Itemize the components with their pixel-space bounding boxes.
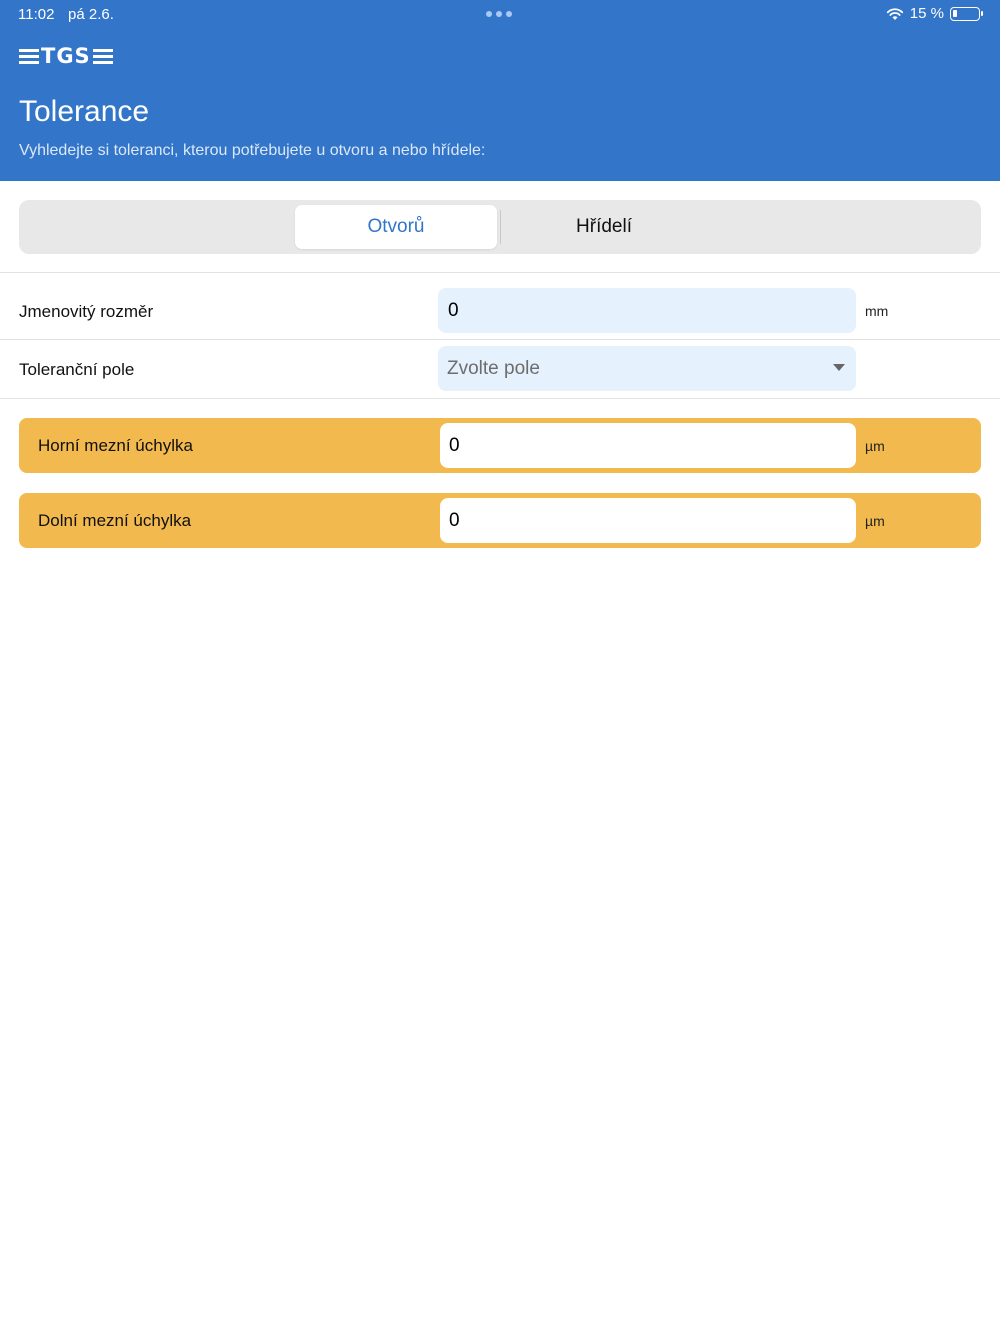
lower-deviation-label: Dolní mezní úchylka: [38, 511, 192, 530]
wifi-icon: [886, 7, 903, 20]
tgs-logo: TGS: [19, 44, 127, 68]
status-time: 11:02: [18, 6, 55, 23]
upper-deviation-input[interactable]: [440, 423, 856, 468]
status-bar: 11:02 pá 2.6. 15 %: [0, 0, 1000, 28]
upper-deviation-row: Horní mezní úchylka µm: [19, 418, 981, 473]
type-segmented-control: Otvorů Hřídelí: [19, 200, 981, 254]
tolerance-field-placeholder: Zvolte pole: [447, 357, 540, 379]
nominal-size-label: Jmenovitý rozměr: [19, 302, 154, 321]
multitasking-dots-icon[interactable]: [486, 11, 512, 17]
upper-deviation-label: Horní mezní úchylka: [38, 436, 193, 455]
battery-icon: [950, 6, 983, 21]
logo-bars-left: [19, 48, 39, 64]
battery-percent: 15 %: [909, 5, 944, 22]
segment-divider: [500, 210, 501, 244]
divider: [0, 339, 1000, 340]
nominal-size-unit: mm: [865, 303, 889, 319]
chevron-down-icon: [833, 364, 845, 371]
page-title: Tolerance: [19, 95, 150, 128]
nominal-size-input[interactable]: [438, 288, 856, 333]
page-subtitle: Vyhledejte si toleranci, kterou potřebuj…: [19, 142, 486, 159]
upper-deviation-unit: µm: [865, 438, 885, 454]
tab-otvoru[interactable]: Otvorů: [295, 205, 497, 249]
tab-hrideli[interactable]: Hřídelí: [503, 205, 705, 249]
app-header: 11:02 pá 2.6. 15 % TGS Tolerance Vyhlede…: [0, 0, 1000, 181]
status-right: 15 %: [886, 5, 983, 22]
lower-deviation-input[interactable]: [440, 498, 856, 543]
lower-deviation-row: Dolní mezní úchylka µm: [19, 493, 981, 548]
divider: [0, 398, 1000, 399]
status-date: pá 2.6.: [68, 6, 114, 23]
lower-deviation-unit: µm: [865, 513, 885, 529]
logo-bars-right: [92, 48, 113, 64]
tolerance-field-select[interactable]: Zvolte pole: [438, 346, 856, 391]
tolerance-field-label: Toleranční pole: [19, 360, 135, 379]
logo-text: TGS: [41, 44, 91, 68]
divider: [0, 272, 1000, 273]
